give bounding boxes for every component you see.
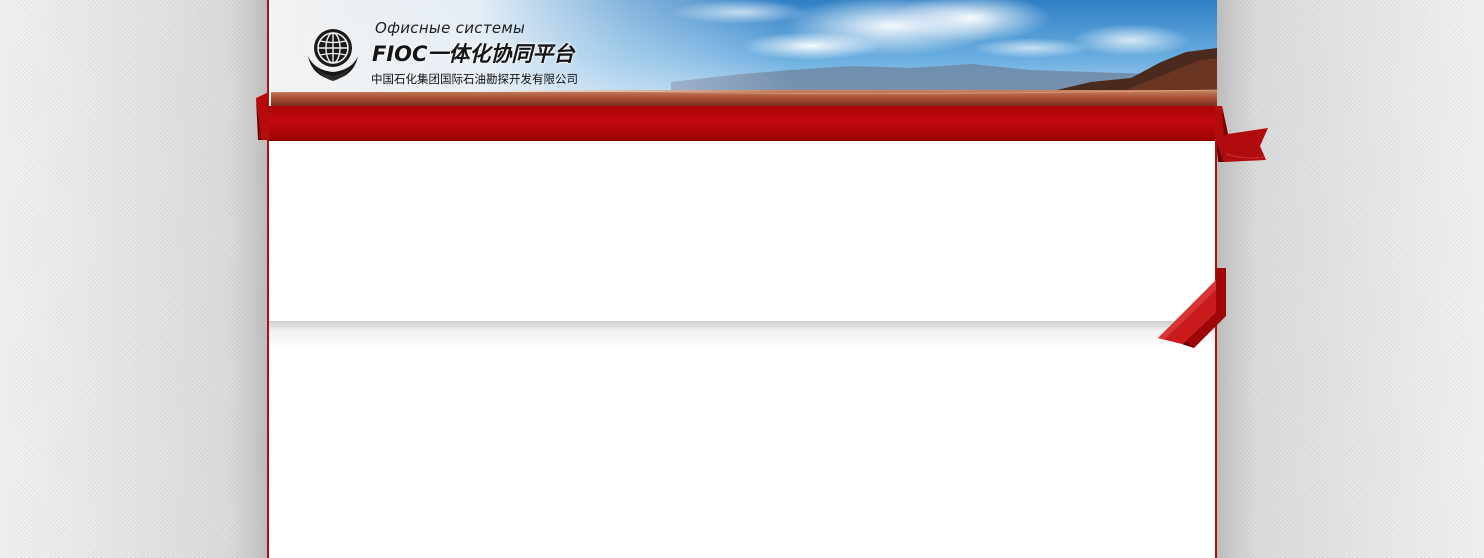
red-ribbon-bar (269, 106, 1215, 141)
company-name: 中国石化集团国际石油勘探开发有限公司 (371, 72, 578, 86)
top-content-panel (269, 141, 1215, 321)
globe-phoenix-logo-icon (308, 29, 358, 81)
banner-title: FIOC一体化协同平台 (372, 42, 575, 66)
header-banner: Офисные системы FIOC一体化协同平台 中国石化集团国际石油勘探… (271, 0, 1217, 106)
main-frame: Офисные системы FIOC一体化协同平台 中国石化集团国际石油勘探… (267, 0, 1217, 558)
left-side-shadow (228, 0, 268, 558)
banner-subtitle: Офисные системы (375, 19, 526, 37)
panel-divider-shadow (269, 321, 1215, 348)
main-content-panel (269, 347, 1215, 558)
ribbon-right-fold (1212, 106, 1268, 162)
red-corner-fold (1158, 268, 1226, 348)
